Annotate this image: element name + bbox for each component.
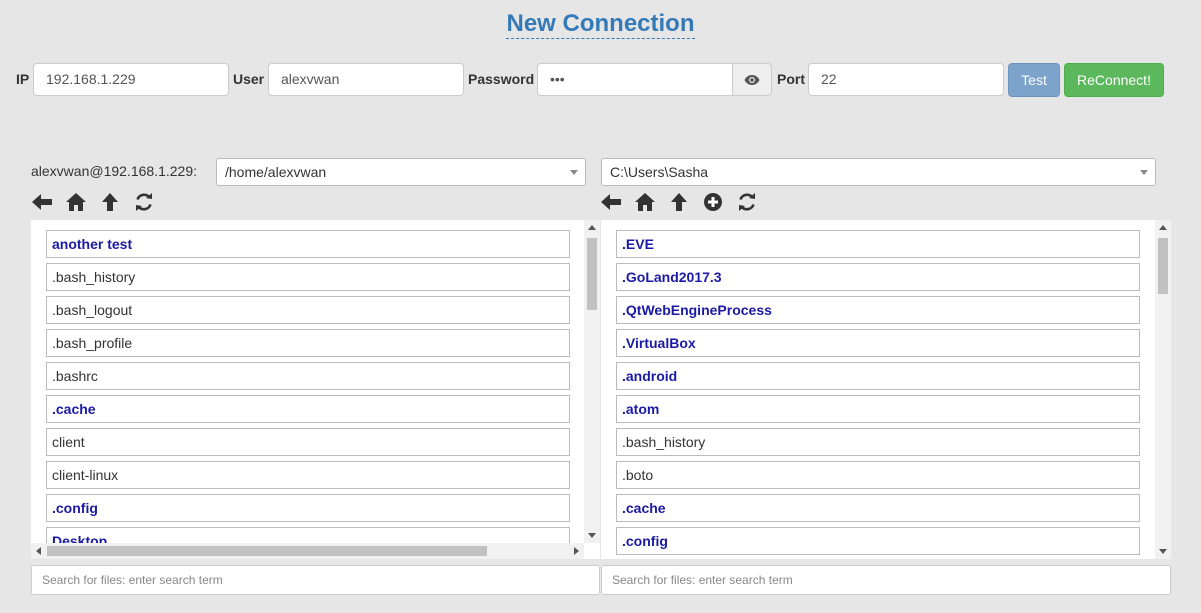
remote-vertical-scrollbar[interactable] bbox=[584, 220, 600, 543]
home-icon bbox=[635, 193, 655, 211]
arrow-up-icon bbox=[671, 193, 687, 211]
folder-item[interactable]: .VirtualBox bbox=[616, 329, 1140, 357]
scroll-up-icon[interactable] bbox=[588, 225, 596, 230]
file-item[interactable]: client bbox=[46, 428, 570, 456]
folder-item[interactable]: .android bbox=[616, 362, 1140, 390]
local-file-list: .EVE .GoLand2017.3 .QtWebEngineProcess .Vir… bbox=[616, 230, 1140, 559]
home-icon bbox=[66, 193, 86, 211]
file-item[interactable]: .bash_logout bbox=[46, 296, 570, 324]
page-title-container: New Connection bbox=[0, 10, 1201, 39]
ip-field[interactable]: 192.168.1.229 bbox=[33, 63, 229, 96]
ip-label: IP bbox=[16, 71, 30, 87]
remote-search-input[interactable]: Search for files: enter search term bbox=[31, 565, 600, 595]
remote-toolbar bbox=[29, 190, 157, 214]
remote-horizontal-scrollbar[interactable] bbox=[31, 543, 584, 559]
refresh-icon bbox=[136, 193, 152, 211]
folder-item[interactable]: .config bbox=[46, 494, 570, 522]
remote-path-select[interactable]: /home/alexvwan bbox=[216, 158, 586, 186]
file-item[interactable]: .bash_history bbox=[46, 263, 570, 291]
password-field[interactable]: ••• bbox=[537, 63, 733, 96]
remote-file-list: another test .bash_history .bash_logout .ba… bbox=[46, 230, 570, 559]
chevron-down-icon bbox=[570, 170, 578, 175]
folder-item[interactable]: another test bbox=[46, 230, 570, 258]
local-vertical-scrollbar[interactable] bbox=[1155, 220, 1171, 559]
arrow-left-icon bbox=[32, 194, 52, 210]
local-toolbar bbox=[598, 190, 760, 214]
remote-host-label: alexvwan@192.168.1.229: bbox=[31, 163, 197, 179]
local-back-button[interactable] bbox=[598, 190, 624, 214]
folder-item[interactable]: .cache bbox=[46, 395, 570, 423]
scroll-up-icon[interactable] bbox=[1159, 225, 1167, 230]
file-item[interactable]: .bashrc bbox=[46, 362, 570, 390]
folder-item[interactable]: .QtWebEngineProcess bbox=[616, 296, 1140, 324]
file-item[interactable]: .bash_history bbox=[616, 428, 1140, 456]
scroll-down-icon[interactable] bbox=[1159, 549, 1167, 554]
folder-item[interactable]: .config bbox=[616, 527, 1140, 555]
scroll-right-icon[interactable] bbox=[574, 547, 579, 555]
file-item[interactable]: .boto bbox=[616, 461, 1140, 489]
local-path-value: C:\Users\Sasha bbox=[610, 164, 709, 180]
scrollbar-thumb[interactable] bbox=[1158, 238, 1168, 294]
user-label: User bbox=[233, 71, 265, 87]
remote-up-button[interactable] bbox=[97, 190, 123, 214]
user-field[interactable]: alexvwan bbox=[268, 63, 464, 96]
eye-icon bbox=[744, 74, 760, 85]
remote-refresh-button[interactable] bbox=[131, 190, 157, 214]
password-label: Password bbox=[468, 71, 535, 87]
local-home-button[interactable] bbox=[632, 190, 658, 214]
folder-item[interactable]: .atom bbox=[616, 395, 1140, 423]
port-field[interactable]: 22 bbox=[808, 63, 1004, 96]
test-button[interactable]: Test bbox=[1008, 63, 1060, 97]
reconnect-button[interactable]: ReConnect! bbox=[1064, 63, 1164, 97]
remote-home-button[interactable] bbox=[63, 190, 89, 214]
show-password-button[interactable] bbox=[732, 63, 772, 96]
folder-item[interactable]: .EVE bbox=[616, 230, 1140, 258]
remote-back-button[interactable] bbox=[29, 190, 55, 214]
local-file-pane[interactable]: .EVE .GoLand2017.3 .QtWebEngineProcess .Vir… bbox=[601, 220, 1171, 559]
file-item[interactable]: client-linux bbox=[46, 461, 570, 489]
scroll-left-icon[interactable] bbox=[36, 547, 41, 555]
folder-item[interactable]: .GoLand2017.3 bbox=[616, 263, 1140, 291]
local-up-button[interactable] bbox=[666, 190, 692, 214]
arrow-up-icon bbox=[102, 193, 118, 211]
file-item[interactable]: .bash_profile bbox=[46, 329, 570, 357]
arrow-left-icon bbox=[601, 194, 621, 210]
port-label: Port bbox=[777, 71, 805, 87]
scrollbar-thumb[interactable] bbox=[587, 238, 597, 310]
folder-item[interactable]: .cache bbox=[616, 494, 1140, 522]
local-search-input[interactable]: Search for files: enter search term bbox=[601, 565, 1171, 595]
chevron-down-icon bbox=[1140, 170, 1148, 175]
plus-circle-icon bbox=[704, 193, 722, 211]
local-path-select[interactable]: C:\Users\Sasha bbox=[601, 158, 1156, 186]
local-new-folder-button[interactable] bbox=[700, 190, 726, 214]
page-title[interactable]: New Connection bbox=[506, 10, 695, 39]
local-refresh-button[interactable] bbox=[734, 190, 760, 214]
remote-file-pane[interactable]: another test .bash_history .bash_logout .ba… bbox=[31, 220, 600, 559]
scroll-down-icon[interactable] bbox=[588, 533, 596, 538]
scrollbar-thumb[interactable] bbox=[47, 546, 487, 556]
refresh-icon bbox=[739, 193, 755, 211]
remote-path-value: /home/alexvwan bbox=[225, 164, 327, 180]
